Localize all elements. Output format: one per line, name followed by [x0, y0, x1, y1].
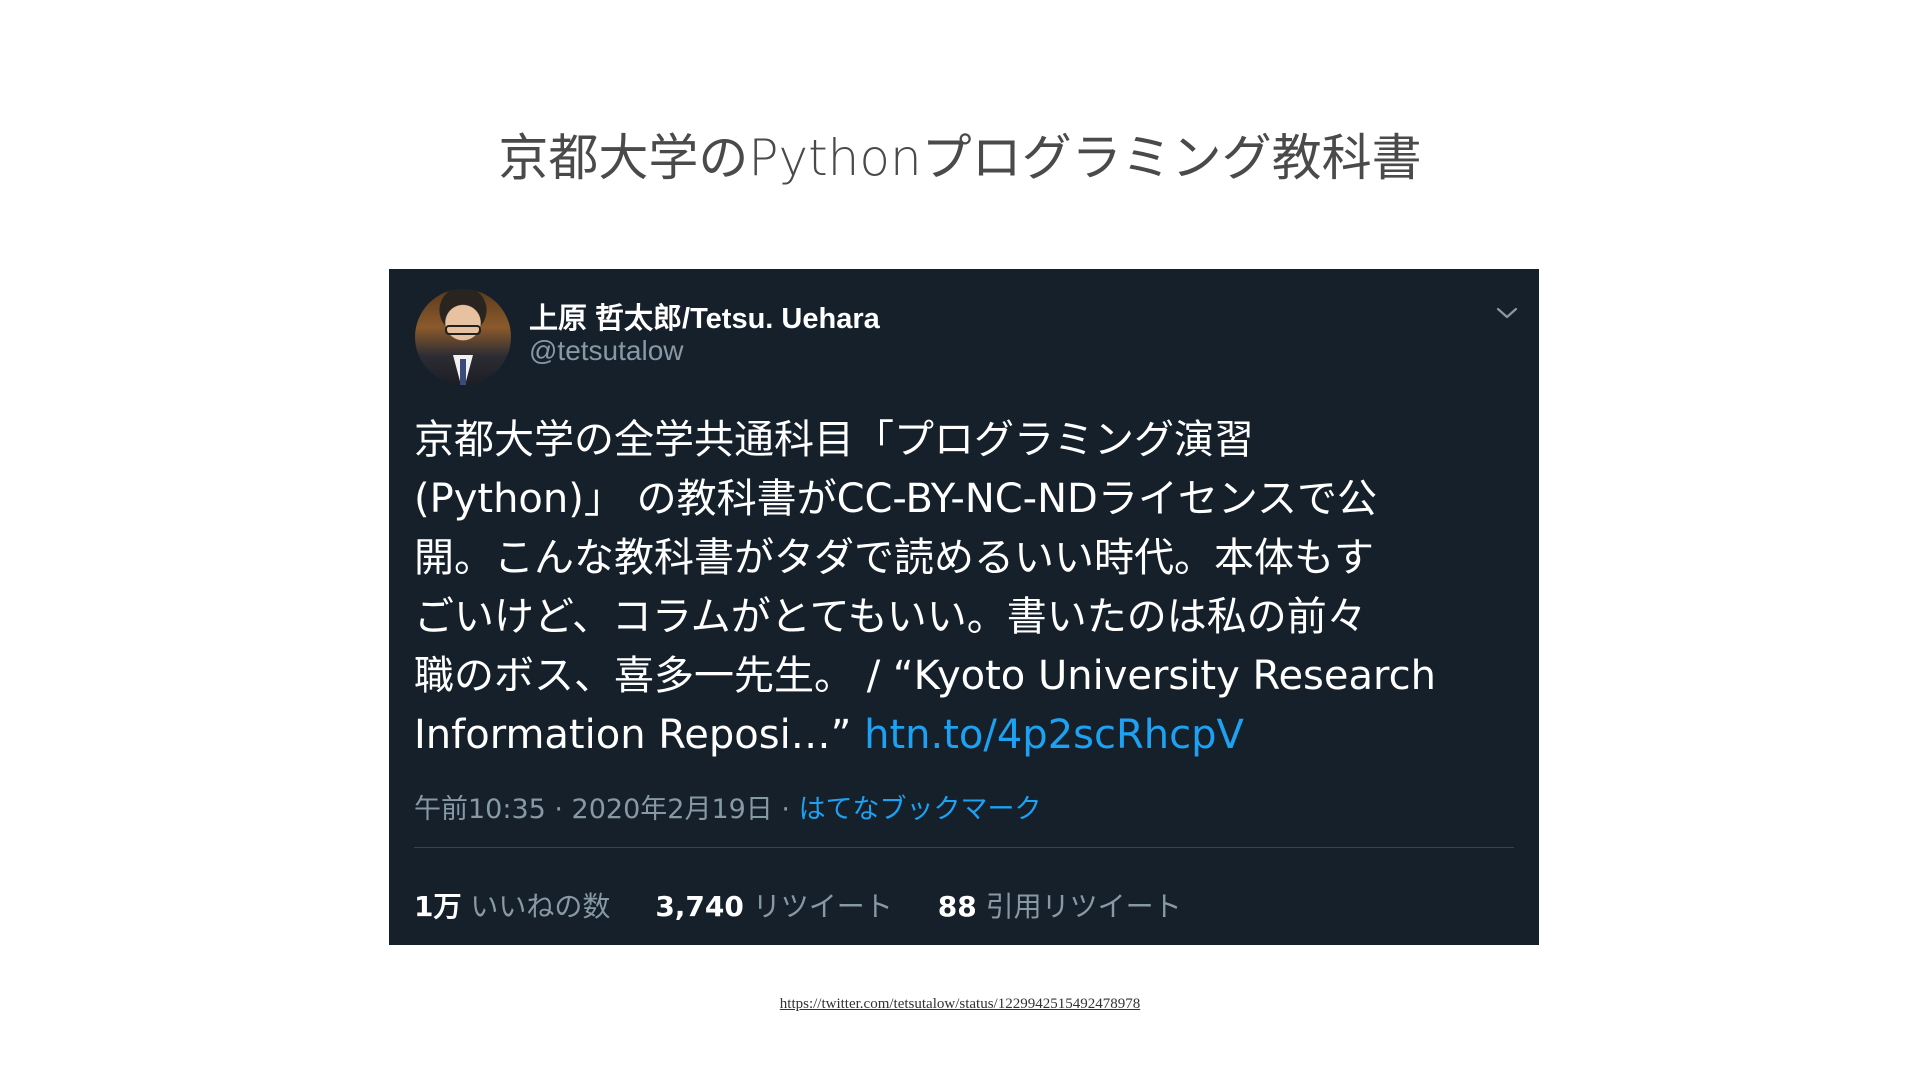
retweets-count: 3,740 — [655, 890, 744, 923]
tweet-timestamp[interactable]: 午前10:35 · 2020年2月19日 · — [414, 794, 799, 825]
avatar-tie — [460, 359, 466, 385]
quotes-stat[interactable]: 88 引用リツイート — [938, 885, 1182, 925]
source-link[interactable]: https://twitter.com/tetsutalow/status/12… — [0, 996, 1920, 1013]
tweet-text-line: (Python)」 の教科書がCC-BY-NC-NDライセンスで公 — [414, 476, 1378, 522]
quotes-label: 引用リツイート — [985, 890, 1182, 923]
slide: 京都大学のPythonプログラミング教科書 上原 哲太郎/Tetsu. Ueha… — [0, 0, 1920, 1080]
retweets-stat[interactable]: 3,740 リツイート — [655, 885, 893, 925]
tweet-stats: 1万 いいねの数 3,740 リツイート 88 引用リツイート — [414, 885, 1218, 925]
likes-stat[interactable]: 1万 いいねの数 — [414, 885, 610, 925]
tweet-card: 上原 哲太郎/Tetsu. Uehara @tetsutalow 京都大学の全学… — [389, 269, 1539, 945]
tweet-text: 京都大学の全学共通科目「プログラミング演習 (Python)」 の教科書がCC-… — [414, 411, 1514, 765]
tweet-text-line: ごいけど、コラムがとてもいい。書いたのは私の前々 — [414, 594, 1367, 640]
quotes-count: 88 — [937, 890, 977, 923]
tweet-text-line-last: Information Reposi…” htn.to/4p2scRhcpV — [414, 706, 1514, 765]
likes-label: いいねの数 — [470, 890, 611, 923]
divider — [414, 847, 1514, 848]
avatar-glasses — [445, 325, 481, 335]
tweet-display-name[interactable]: 上原 哲太郎/Tetsu. Uehara — [529, 295, 880, 337]
tweet-text-line: 京都大学の全学共通科目「プログラミング演習 — [414, 417, 1254, 463]
tweet-handle[interactable]: @tetsutalow — [529, 335, 684, 367]
tweet-text-tail: Information Reposi…” — [414, 712, 865, 758]
likes-count: 1万 — [414, 890, 462, 923]
tweet-via-link[interactable]: はてなブックマーク — [799, 794, 1042, 825]
user-avatar[interactable] — [415, 289, 511, 385]
tweet-link[interactable]: htn.to/4p2scRhcpV — [864, 712, 1244, 758]
chevron-down-icon[interactable] — [1495, 301, 1519, 325]
tweet-meta: 午前10:35 · 2020年2月19日 · はてなブックマーク — [414, 787, 1042, 826]
retweets-label: リツイート — [752, 890, 893, 923]
tweet-text-line: 開。こんな教科書がタダで読めるいい時代。本体もす — [414, 535, 1374, 581]
tweet-text-line: 職のボス、喜多一先生。 / “Kyoto University Research — [414, 653, 1436, 699]
slide-title: 京都大学のPythonプログラミング教科書 — [498, 129, 1422, 187]
